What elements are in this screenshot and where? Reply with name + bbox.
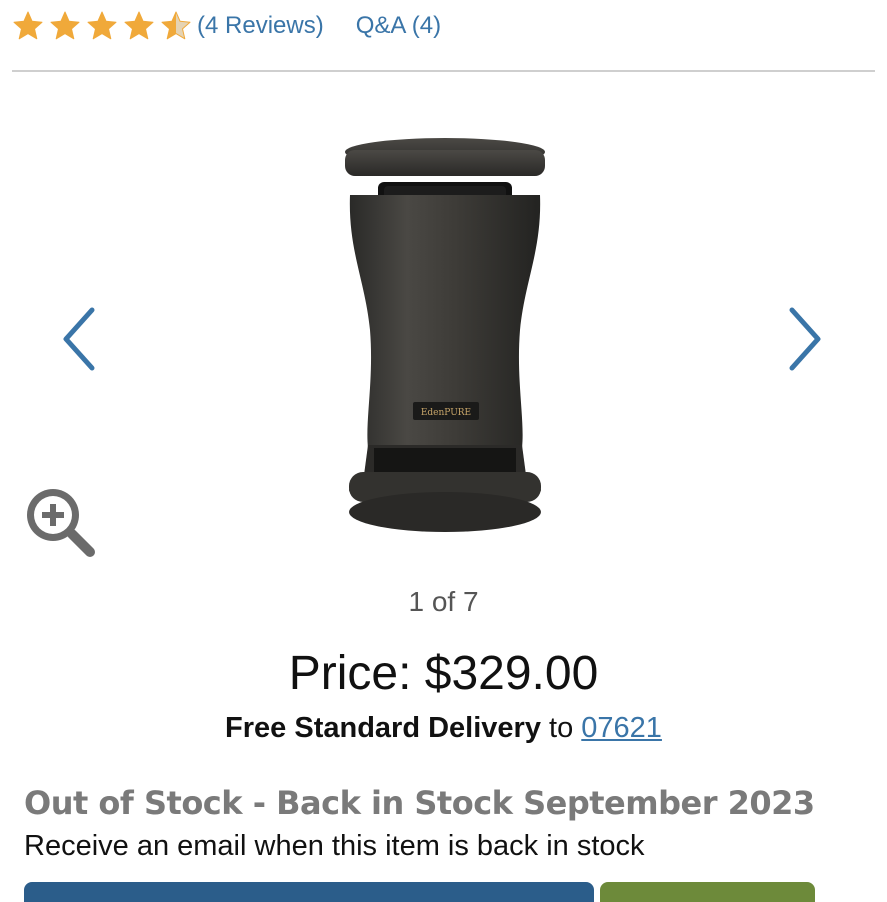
star-rating[interactable] [12,10,197,42]
delivery-label: Free Standard Delivery [225,712,541,744]
chevron-left-icon [63,307,95,371]
star-icon [49,10,81,42]
space-heater-image: EdenPURE [345,138,545,532]
email-signup-button[interactable] [24,882,594,902]
product-price: Price: $329.00 [288,647,599,700]
carousel-next-button[interactable] [786,304,826,374]
zip-code-link[interactable]: 07621 [581,712,662,744]
chevron-right-icon [789,307,821,371]
brand-logo-text: EdenPURE [421,408,471,418]
notify-submit-button[interactable] [600,882,815,902]
star-icon [12,10,44,42]
delivery-connector: to [540,712,582,744]
star-icon [160,10,192,42]
rating-row: (4 Reviews) Q&A (4) [12,6,441,46]
qa-link[interactable]: Q&A (4) [356,12,441,40]
delivery-info: Free Standard Delivery to 07621 [0,712,887,745]
product-image: EdenPURE [330,130,560,545]
divider [12,70,875,72]
star-icon [123,10,155,42]
image-counter: 1 of 7 [408,586,479,617]
reviews-link[interactable]: (4 Reviews) [197,12,324,40]
image-carousel: EdenPURE [0,100,887,580]
back-in-stock-notice: Receive an email when this item is back … [24,830,645,862]
stock-status: Out of Stock - Back in Stock September 2… [24,784,815,822]
carousel-prev-button[interactable] [58,304,98,374]
star-icon [86,10,118,42]
zoom-in-icon [27,489,95,557]
zoom-button[interactable] [20,482,100,562]
